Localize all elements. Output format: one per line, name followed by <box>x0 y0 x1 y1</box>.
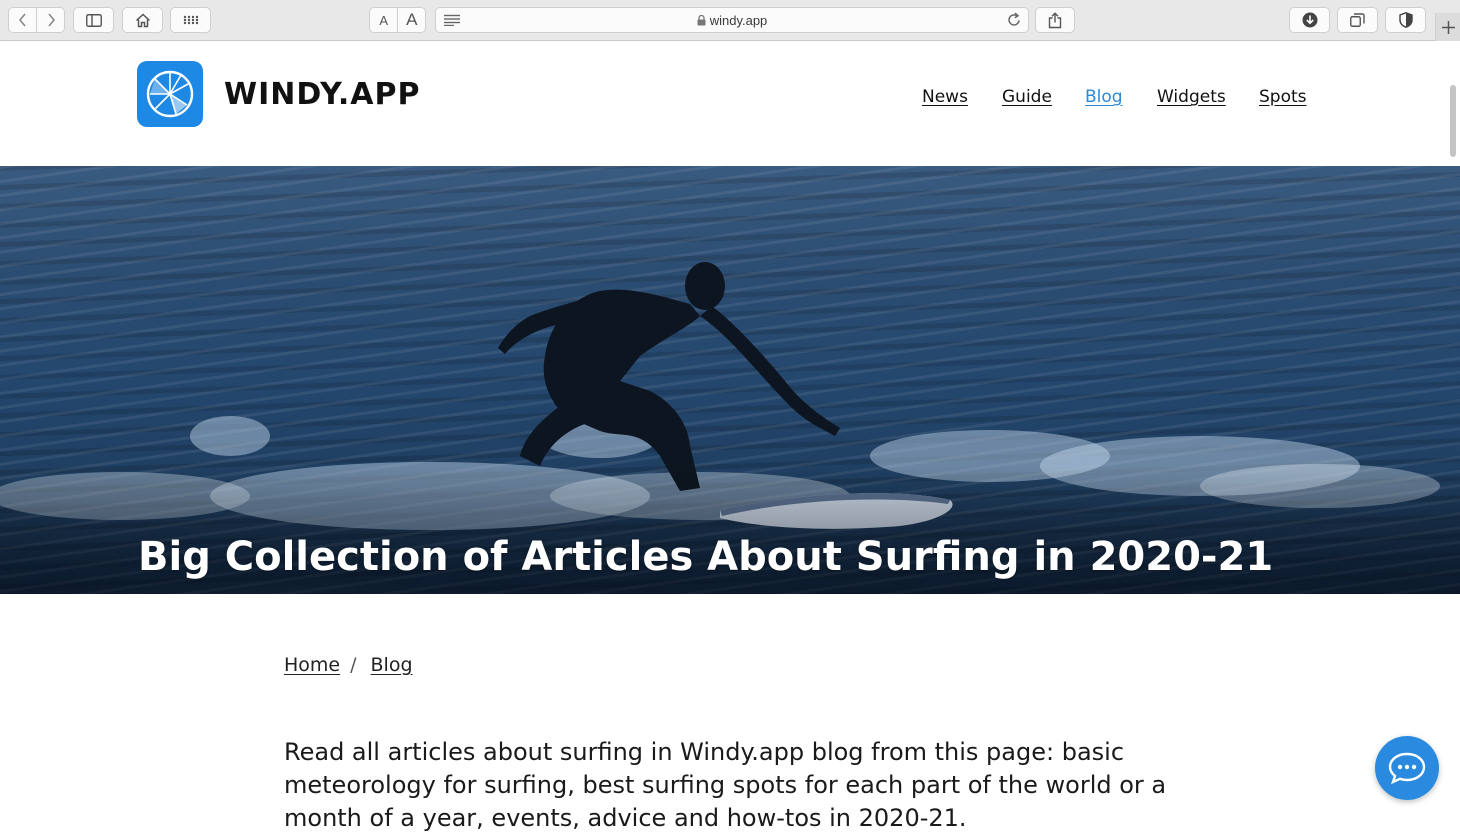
page-scrollbar[interactable] <box>1450 85 1456 157</box>
font-size-buttons: A A <box>369 7 426 33</box>
tab-overview-button[interactable] <box>1337 7 1378 33</box>
surfer-photo <box>0 262 1460 594</box>
breadcrumb: Home / Blog <box>284 654 413 676</box>
url-display[interactable]: windy.app <box>436 8 1028 32</box>
download-icon <box>1302 12 1317 28</box>
grid-icon <box>183 15 198 25</box>
chevron-left-icon <box>18 13 26 27</box>
downloads-button[interactable] <box>1289 7 1330 33</box>
font-smaller-button[interactable]: A <box>370 8 397 32</box>
nav-news[interactable]: News <box>922 87 968 107</box>
nav-buttons <box>8 7 65 33</box>
privacy-button[interactable] <box>1385 7 1426 33</box>
plus-icon <box>1441 20 1455 34</box>
home-icon <box>135 12 150 27</box>
logo[interactable] <box>137 61 203 127</box>
new-tab-button[interactable] <box>1435 13 1460 41</box>
breadcrumb-blog[interactable]: Blog <box>371 654 413 676</box>
windy-logo-icon <box>146 70 194 118</box>
reload-icon <box>1008 12 1020 26</box>
chat-icon <box>1388 752 1426 785</box>
site-logo-text[interactable]: WINDY.APP <box>224 77 420 112</box>
nav-widgets[interactable]: Widgets <box>1157 87 1226 107</box>
sidebar-button[interactable] <box>73 7 114 33</box>
page-title: Big Collection of Articles About Surfing… <box>138 534 1274 580</box>
hero-banner: Big Collection of Articles About Surfing… <box>0 166 1460 594</box>
shield-icon <box>1398 12 1413 28</box>
grid-button[interactable] <box>170 7 211 33</box>
tabs-icon <box>1350 13 1365 27</box>
back-button[interactable] <box>9 8 36 32</box>
nav-guide[interactable]: Guide <box>1002 87 1052 107</box>
chevron-right-icon <box>48 13 55 27</box>
reload-button[interactable] <box>1007 12 1021 32</box>
site-header: WINDY.APP News Guide Blog Widgets Spots <box>0 41 1460 166</box>
breadcrumb-home[interactable]: Home <box>284 654 340 676</box>
share-button[interactable] <box>1035 7 1075 33</box>
home-button[interactable] <box>122 7 163 33</box>
chat-button[interactable] <box>1375 736 1439 800</box>
sidebar-icon <box>85 13 102 27</box>
browser-toolbar: A A windy.app <box>0 0 1460 41</box>
share-icon <box>1048 11 1062 28</box>
url-text: windy.app <box>709 13 768 28</box>
breadcrumb-separator: / <box>350 654 357 676</box>
nav-spots[interactable]: Spots <box>1259 87 1307 107</box>
intro-paragraph: Read all articles about surfing in Windy… <box>284 738 1167 832</box>
nav-blog[interactable]: Blog <box>1085 87 1123 107</box>
font-larger-button[interactable]: A <box>397 8 425 32</box>
lock-icon <box>697 15 706 26</box>
address-bar[interactable]: windy.app <box>435 7 1029 33</box>
forward-button[interactable] <box>36 8 64 32</box>
